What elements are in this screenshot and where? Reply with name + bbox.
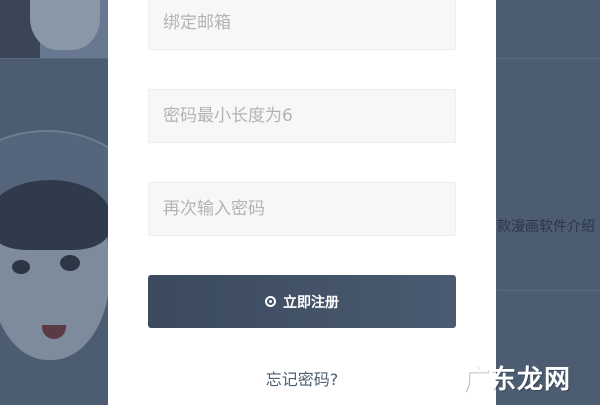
watermark: 广东龙网 — [463, 365, 572, 395]
background-thumbnail-top — [0, 0, 110, 58]
register-button-label: 立即注册 — [283, 294, 339, 311]
background-divider-right — [497, 290, 600, 291]
confirm-password-field[interactable] — [148, 182, 456, 236]
background-article-title: 款漫画软件介绍 — [497, 219, 595, 235]
forgot-password-link[interactable]: 忘记密码? — [108, 366, 496, 390]
email-field[interactable] — [148, 0, 456, 50]
register-modal: 立即注册 忘记密码? — [108, 0, 496, 405]
radio-dot-icon — [265, 296, 276, 307]
background-thumbnail-illustration — [0, 120, 110, 405]
register-button[interactable]: 立即注册 — [148, 275, 456, 328]
password-field[interactable] — [148, 89, 456, 143]
